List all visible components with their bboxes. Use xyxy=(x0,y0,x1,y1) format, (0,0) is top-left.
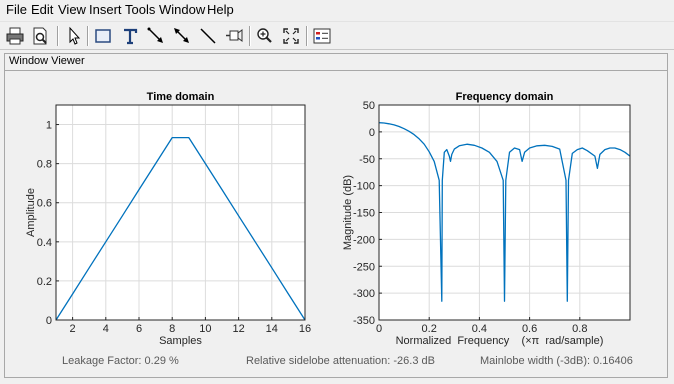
frequency-domain-y-tick-label: -250 xyxy=(353,261,375,273)
frequency-domain-x-tick-label: 0.8 xyxy=(572,323,587,335)
time-domain-x-tick-label: 12 xyxy=(232,323,244,335)
time-domain-y-tick-label: 0.8 xyxy=(37,159,52,171)
frequency-domain-y-tick-label: 50 xyxy=(363,100,375,112)
frequency-domain-title: Frequency domain xyxy=(456,91,554,103)
time-domain-x-tick-label: 2 xyxy=(70,323,76,335)
time-domain-y-tick-label: 0.4 xyxy=(37,237,52,249)
frequency-domain-y-tick-label: -150 xyxy=(353,208,375,220)
time-domain-x-tick-label: 4 xyxy=(103,323,109,335)
frequency-domain-y-tick-label: -300 xyxy=(353,288,375,300)
time-domain-x-tick-label: 14 xyxy=(266,323,278,335)
time-domain-y-tick-label: 1 xyxy=(46,120,52,132)
time-domain-y-tick-label: 0 xyxy=(46,315,52,327)
frequency-domain-axes: 0 0.2 0.4 0.6 0.8 50 0 -50 -100 -150 -200 -250 -300 -… xyxy=(342,91,631,347)
time-domain-axes: 2 4 6 8 10 12 14 16 0 0.2 0.4 0.6 0.8 1 Time domain Sam… xyxy=(25,91,311,347)
mainlobe-width: Mainlobe width (-3dB): 0.16406 xyxy=(480,355,633,367)
frequency-domain-ylabel: Magnitude (dB) xyxy=(342,175,354,250)
time-domain-x-tick-label: 16 xyxy=(299,323,311,335)
plots-canvas: 2 4 6 8 10 12 14 16 0 0.2 0.4 0.6 0.8 1 Time domain Sam… xyxy=(25,91,631,347)
time-domain-ylabel: Amplitude xyxy=(25,188,37,237)
time-domain-x-tick-label: 6 xyxy=(136,323,142,335)
time-domain-y-tick-label: 0.2 xyxy=(37,276,52,288)
frequency-domain-x-tick-label: 0.6 xyxy=(522,323,537,335)
time-domain-x-tick-label: 10 xyxy=(199,323,211,335)
sidelobe-attenuation: Relative sidelobe attenuation: -26.3 dB xyxy=(246,355,435,367)
time-domain-title: Time domain xyxy=(147,91,215,103)
frequency-domain-y-tick-label: -200 xyxy=(353,234,375,246)
frequency-domain-y-tick-label: -100 xyxy=(353,181,375,193)
frequency-domain-y-tick-label: -50 xyxy=(359,154,375,166)
frequency-domain-x-tick-label: 0 xyxy=(376,323,382,335)
leakage-factor: Leakage Factor: 0.29 % xyxy=(62,355,179,367)
frequency-domain-x-tick-label: 0.4 xyxy=(472,323,487,335)
frequency-domain-x-tick-label: 0.2 xyxy=(422,323,437,335)
frequency-domain-xlabel: Normalized Frequency (×π rad/sample) xyxy=(396,335,604,347)
time-domain-xlabel: Samples xyxy=(159,335,202,347)
time-domain-y-tick-label: 0.6 xyxy=(37,198,52,210)
frequency-domain-y-tick-label: 0 xyxy=(369,127,375,139)
frequency-domain-y-tick-label: -350 xyxy=(353,315,375,327)
time-domain-x-tick-label: 8 xyxy=(169,323,175,335)
